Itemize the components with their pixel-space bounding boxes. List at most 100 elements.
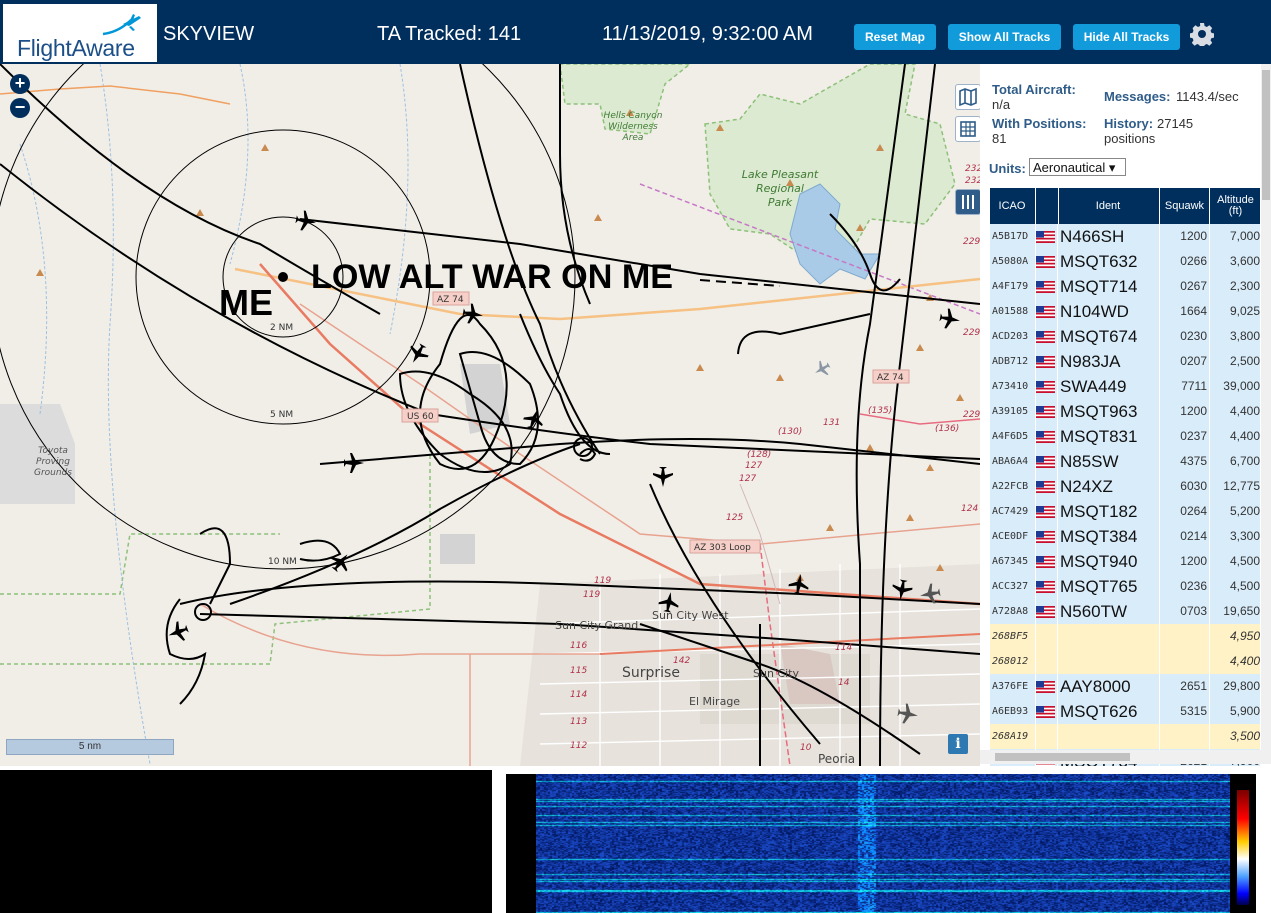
panel-vertical-scroll-thumb[interactable] bbox=[1262, 70, 1270, 200]
route-number: 232 bbox=[965, 164, 980, 174]
table-row[interactable]: A728A8 N560TW 0703 19,650 bbox=[990, 599, 1260, 624]
col-squawk[interactable]: Squawk bbox=[1159, 188, 1209, 224]
route-number: 114 bbox=[835, 643, 852, 653]
cell-divider bbox=[1057, 649, 1058, 674]
total-aircraft-label: Total Aircraft: bbox=[992, 82, 1076, 97]
ident-cell: N85SW bbox=[1060, 452, 1119, 471]
cell-divider bbox=[1159, 374, 1160, 399]
cell-divider bbox=[1057, 724, 1058, 749]
grid-icon bbox=[960, 121, 976, 137]
cell-divider bbox=[1035, 299, 1036, 324]
place-label: Peoria bbox=[818, 752, 855, 766]
table-row[interactable]: A39105 MSQT963 1200 4,400 bbox=[990, 399, 1260, 424]
route-number: 142 bbox=[673, 656, 690, 666]
col-flag[interactable] bbox=[1035, 188, 1059, 224]
panel-horizontal-scroll-thumb[interactable] bbox=[995, 753, 1130, 761]
squawk-cell: 0207 bbox=[1180, 354, 1207, 368]
squawk-cell: 0230 bbox=[1180, 329, 1207, 343]
map-grid-button[interactable] bbox=[955, 116, 980, 142]
route-number: 119 bbox=[594, 576, 611, 586]
ident-cell: SWA449 bbox=[1060, 377, 1127, 396]
us-flag-icon bbox=[1035, 581, 1055, 593]
cell-divider bbox=[1209, 224, 1210, 249]
us-flag-icon bbox=[1035, 649, 1055, 674]
table-row[interactable]: A376FE AAY8000 2651 29,800 bbox=[990, 674, 1260, 699]
place-label: Regional bbox=[756, 182, 804, 195]
table-row[interactable]: A01588 N104WD 1664 9,025 bbox=[990, 299, 1260, 324]
table-row[interactable]: A6EB93 MSQT626 5315 5,900 bbox=[990, 699, 1260, 724]
cell-divider bbox=[1209, 449, 1210, 474]
table-row[interactable]: A4F6D5 MSQT831 0237 4,400 bbox=[990, 424, 1260, 449]
table-row[interactable]: A67345 MSQT940 1200 4,500 bbox=[990, 549, 1260, 574]
altitude-cell: 4,500 bbox=[1229, 579, 1260, 593]
low-alt-annotation: LOW ALT WAR ON ME bbox=[311, 258, 673, 296]
squawk-cell: 6030 bbox=[1180, 479, 1207, 493]
us-flag-icon bbox=[1035, 449, 1055, 474]
cell-divider bbox=[1057, 699, 1058, 724]
table-row[interactable]: ABA6A4 N85SW 4375 6,700 bbox=[990, 449, 1260, 474]
bottom-divider bbox=[492, 770, 506, 913]
cell-divider bbox=[1057, 274, 1058, 299]
table-row[interactable]: ACD203 MSQT674 0230 3,800 bbox=[990, 324, 1260, 349]
col-altitude[interactable]: Altitude (ft) bbox=[1209, 188, 1261, 224]
map-canvas[interactable]: 2 NM 5 NM 10 NM Hells Canyon Wilderness … bbox=[0, 64, 980, 766]
map-info-button[interactable]: i bbox=[948, 734, 968, 754]
squawk-cell: 5315 bbox=[1180, 704, 1207, 718]
table-row[interactable]: ADB712 N983JA 0207 2,500 bbox=[990, 349, 1260, 374]
table-row[interactable]: A22FCB N24XZ 6030 12,775 bbox=[990, 474, 1260, 499]
route-number: 119 bbox=[583, 590, 600, 600]
altitude-cell: 4,400 bbox=[1229, 404, 1260, 418]
ident-cell: MSQT963 bbox=[1060, 402, 1138, 421]
us-flag-icon bbox=[1035, 499, 1055, 524]
altitude-cell: 9,025 bbox=[1229, 304, 1260, 318]
table-row[interactable]: A5B17D N466SH 1200 7,000 bbox=[990, 224, 1260, 249]
cell-divider bbox=[1057, 224, 1058, 249]
total-aircraft-value: n/a bbox=[992, 97, 1011, 112]
ident-cell: N104WD bbox=[1060, 302, 1129, 321]
table-row[interactable]: A73410 SWA449 7711 39,000 bbox=[990, 374, 1260, 399]
reset-map-button[interactable]: Reset Map bbox=[854, 24, 936, 50]
altitude-cell: 29,800 bbox=[1223, 679, 1260, 693]
us-flag-icon bbox=[1035, 406, 1055, 418]
cell-divider bbox=[1159, 549, 1160, 574]
ident-cell: MSQT182 bbox=[1060, 502, 1138, 521]
table-toggle-button[interactable] bbox=[955, 189, 980, 215]
zoom-out-button[interactable]: − bbox=[10, 98, 30, 118]
table-row[interactable]: A5080A MSQT632 0266 3,600 bbox=[990, 249, 1260, 274]
gear-icon[interactable] bbox=[1190, 22, 1214, 46]
messages-value: 1143.4/sec bbox=[1176, 89, 1239, 104]
altitude-cell: 4,400 bbox=[1229, 429, 1260, 443]
ident-cell: MSQT940 bbox=[1060, 552, 1138, 571]
map-view[interactable]: 2 NM 5 NM 10 NM Hells Canyon Wilderness … bbox=[0, 64, 980, 766]
cell-divider bbox=[1159, 274, 1160, 299]
zoom-in-button[interactable]: + bbox=[10, 74, 30, 94]
table-row[interactable]: ACC327 MSQT765 0236 4,500 bbox=[990, 574, 1260, 599]
history-unit: positions bbox=[1104, 131, 1156, 146]
icao-cell: A5080A bbox=[992, 256, 1029, 267]
icao-cell: 268BF5 bbox=[992, 631, 1029, 642]
us-flag-icon bbox=[1035, 424, 1055, 449]
map-layers-button[interactable] bbox=[955, 84, 980, 110]
table-row[interactable]: 268A19 3,500 bbox=[990, 724, 1260, 749]
col-ident[interactable]: Ident bbox=[1058, 188, 1158, 224]
table-row[interactable]: 268012 4,400 bbox=[990, 649, 1260, 674]
squawk-cell: 0264 bbox=[1180, 504, 1207, 518]
table-row[interactable]: 268BF5 4,950 bbox=[990, 624, 1260, 649]
show-all-tracks-button[interactable]: Show All Tracks bbox=[948, 24, 1061, 50]
icao-cell: A39105 bbox=[992, 406, 1029, 417]
icao-cell: ACC327 bbox=[992, 581, 1029, 592]
ident-cell: N466SH bbox=[1060, 227, 1125, 246]
flightaware-logo[interactable]: FlightAware bbox=[3, 4, 157, 62]
us-flag-icon bbox=[1035, 281, 1055, 293]
table-row[interactable]: AC7429 MSQT182 0264 5,200 bbox=[990, 499, 1260, 524]
table-row[interactable]: ACE0DF MSQT384 0214 3,300 bbox=[990, 524, 1260, 549]
col-icao[interactable]: ICAO bbox=[990, 188, 1034, 224]
cell-divider bbox=[1057, 674, 1058, 699]
table-row[interactable]: A4F179 MSQT714 0267 2,300 bbox=[990, 274, 1260, 299]
units-select[interactable]: Aeronautical ▾ bbox=[1029, 158, 1126, 176]
route-number: (130) bbox=[778, 427, 802, 437]
us-flag-icon bbox=[1035, 681, 1055, 693]
icao-cell: A6EB93 bbox=[992, 706, 1029, 717]
cell-divider bbox=[1057, 574, 1058, 599]
hide-all-tracks-button[interactable]: Hide All Tracks bbox=[1073, 24, 1180, 50]
